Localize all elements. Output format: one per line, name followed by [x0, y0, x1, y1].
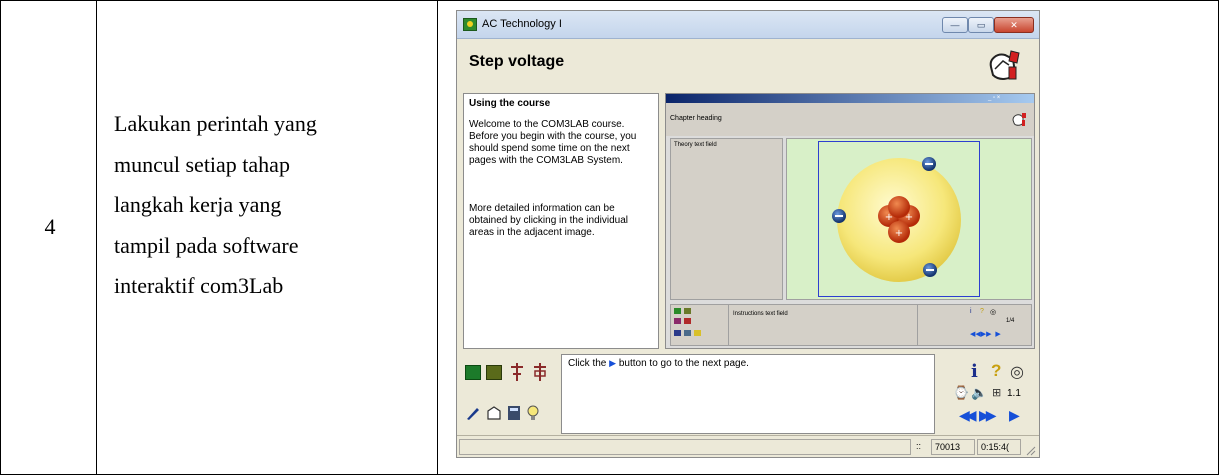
- mini-scope-icon: [674, 308, 681, 314]
- instructions-text-field: Click the ▶ button to go to the next pag…: [561, 354, 935, 434]
- exit-icon[interactable]: ◎: [1010, 362, 1024, 382]
- minimize-button[interactable]: —: [942, 17, 968, 33]
- column-divider-1: [96, 0, 97, 475]
- page-title: Step voltage: [469, 53, 565, 70]
- mini-instructions-field[interactable]: Instructions text field: [728, 305, 918, 345]
- status-code: 70013: [931, 439, 975, 455]
- software-screenshot: AC Technology I — ▭ ✕ Step voltage Using…: [456, 10, 1040, 458]
- instruction-text-after: button to go to the next page.: [618, 358, 749, 369]
- instruction-text-before: Click the: [568, 358, 607, 369]
- circuit-board-icon[interactable]: [509, 363, 525, 381]
- calculator-icon[interactable]: [506, 405, 522, 421]
- mini-nav-arrows: ◀◀▶▶ ▶: [970, 331, 1001, 338]
- close-button[interactable]: ✕: [994, 17, 1034, 33]
- mini-pen-icon: [674, 330, 681, 336]
- next-page-button[interactable]: ▶: [1009, 407, 1020, 424]
- mini-bulb-icon: [694, 330, 701, 336]
- theory-paragraph: More detailed information can be obtaine…: [469, 203, 628, 238]
- course-layout-image[interactable]: _ ▫ × Chapter heading Theory text field: [665, 93, 1035, 349]
- mini-calc-icon: [684, 330, 691, 336]
- oscilloscope-icon[interactable]: [465, 365, 481, 380]
- column-divider-2: [437, 0, 438, 475]
- page-tree-icon[interactable]: ⊞: [992, 386, 1001, 399]
- mini-circuit-icon: [674, 318, 681, 324]
- mini-theory-field[interactable]: Theory text field: [670, 138, 783, 300]
- theory-text-field: Using the course Welcome to the COM3LAB …: [463, 93, 659, 349]
- step-line: Lakukan perintah yang: [114, 111, 317, 136]
- theory-title: Using the course: [469, 98, 551, 109]
- app-icon: [463, 18, 477, 31]
- chart-icon[interactable]: [486, 365, 502, 380]
- window-title: AC Technology I: [482, 18, 562, 30]
- home-icon[interactable]: [486, 405, 502, 421]
- previous-page-button[interactable]: ◀◀: [959, 407, 976, 424]
- fast-forward-button[interactable]: ▶▶: [979, 407, 996, 424]
- info-icon[interactable]: i: [971, 361, 978, 382]
- status-message: [459, 439, 911, 455]
- mini-info-icon: i: [970, 308, 972, 315]
- mini-chart-icon: [684, 308, 691, 314]
- row-number: 4: [44, 214, 56, 239]
- mini-window-titlebar: [666, 94, 1034, 103]
- window-titlebar: AC Technology I — ▭ ✕: [457, 11, 1039, 39]
- step-line: langkah kerja yang: [114, 192, 282, 217]
- speaker-icon[interactable]: 🔈: [971, 385, 987, 401]
- com3lab-logo-icon[interactable]: [985, 47, 1023, 85]
- table-top-border: [0, 0, 1219, 1]
- hint-icon[interactable]: ?: [991, 361, 1001, 381]
- step-line: muncul setiap tahap: [114, 151, 290, 177]
- mini-window-buttons: _ ▫ ×: [988, 95, 1001, 101]
- step-line: tampil pada software: [114, 232, 299, 258]
- mini-instructions-label: Instructions text field: [733, 311, 788, 317]
- resize-grip-icon[interactable]: [1024, 444, 1036, 456]
- step-instruction: Lakukan perintah yang muncul setiap taha…: [114, 104, 434, 307]
- clock-icon[interactable]: ⌚: [953, 385, 969, 401]
- svg-text:+: +: [885, 212, 893, 223]
- atom-model-illustration: + + +: [832, 157, 961, 282]
- page-number: 1.1: [1007, 388, 1021, 399]
- mini-logo-icon: [1012, 113, 1026, 126]
- mini-hint-icon: ?: [980, 308, 984, 315]
- status-marker: ::: [916, 441, 922, 451]
- svg-text:+: +: [905, 212, 913, 223]
- svg-text:+: +: [895, 228, 903, 239]
- component-icon[interactable]: [532, 363, 548, 381]
- mini-theory-label: Theory text field: [674, 142, 717, 148]
- lightbulb-icon[interactable]: [526, 404, 540, 422]
- mini-page-label: 1/4: [1006, 318, 1015, 324]
- mini-component-icon: [684, 318, 691, 324]
- maximize-button[interactable]: ▭: [968, 17, 994, 33]
- status-bar: :: 70013 0:15:4(: [457, 435, 1039, 457]
- pen-icon[interactable]: [465, 405, 481, 421]
- mini-chapter-heading: Chapter heading: [670, 115, 722, 122]
- next-page-inline-icon: ▶: [609, 358, 617, 368]
- status-time: 0:15:4(: [977, 439, 1021, 455]
- table-left-border: [0, 0, 1, 475]
- theory-paragraph: Welcome to the COM3LAB course. Before yo…: [469, 119, 637, 166]
- mini-exit-icon: ◎: [990, 309, 997, 316]
- step-line: interaktif com3Lab: [114, 273, 284, 298]
